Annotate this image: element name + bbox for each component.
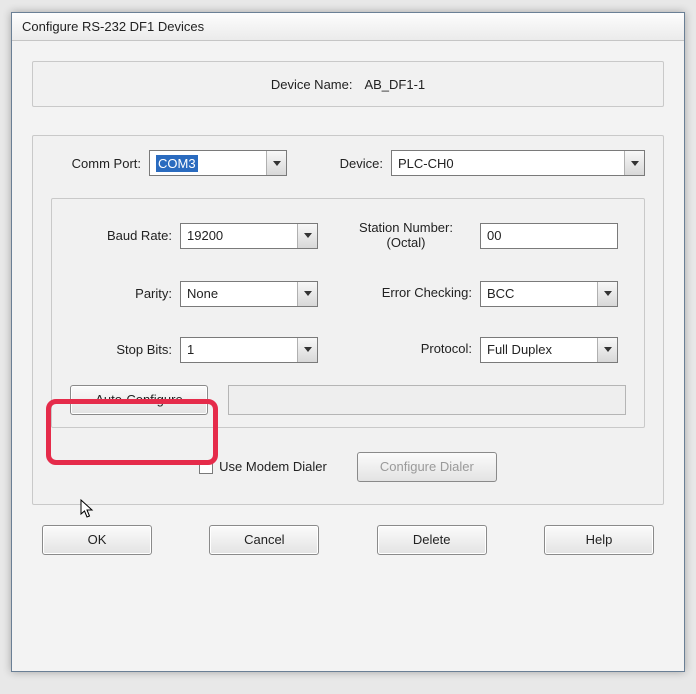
device-value: PLC-CH0 <box>398 156 454 171</box>
chevron-down-icon <box>297 224 317 248</box>
baud-rate-value: 19200 <box>187 228 223 243</box>
comm-settings-group: Baud Rate: 19200 Station Number: (Octal)… <box>51 198 645 428</box>
cancel-button[interactable]: Cancel <box>209 525 319 555</box>
chevron-down-icon <box>297 282 317 306</box>
chevron-down-icon <box>266 151 286 175</box>
use-modem-dialer-label: Use Modem Dialer <box>219 459 327 474</box>
error-checking-value: BCC <box>487 286 514 301</box>
baud-rate-dropdown[interactable]: 19200 <box>180 223 318 249</box>
error-checking-label: Error Checking: <box>340 286 480 301</box>
device-name-label: Device Name: <box>271 77 353 92</box>
parity-value: None <box>187 286 218 301</box>
client-area: Device Name: AB_DF1-1 Comm Port: COM3 De… <box>12 41 684 565</box>
dialog-buttons: OK Cancel Delete Help <box>32 525 664 555</box>
protocol-dropdown[interactable]: Full Duplex <box>480 337 618 363</box>
comm-port-value: COM3 <box>156 155 198 172</box>
configure-dialer-button: Configure Dialer <box>357 452 497 482</box>
device-label: Device: <box>321 156 391 171</box>
device-dropdown[interactable]: PLC-CH0 <box>391 150 645 176</box>
comm-port-dropdown[interactable]: COM3 <box>149 150 287 176</box>
auto-configure-status <box>228 385 626 415</box>
station-number-input[interactable]: 00 <box>480 223 618 249</box>
protocol-label: Protocol: <box>340 342 480 357</box>
main-group: Comm Port: COM3 Device: PLC-CH0 <box>32 135 664 505</box>
help-button[interactable]: Help <box>544 525 654 555</box>
dialog-window: Configure RS-232 DF1 Devices Device Name… <box>11 12 685 672</box>
chevron-down-icon <box>624 151 644 175</box>
station-number-label: Station Number: (Octal) <box>340 221 480 251</box>
protocol-value: Full Duplex <box>487 342 552 357</box>
stop-bits-label: Stop Bits: <box>70 342 180 357</box>
ok-button[interactable]: OK <box>42 525 152 555</box>
baud-rate-label: Baud Rate: <box>70 228 180 243</box>
stop-bits-dropdown[interactable]: 1 <box>180 337 318 363</box>
chevron-down-icon <box>597 282 617 306</box>
auto-configure-button[interactable]: Auto-Configure <box>70 385 208 415</box>
parity-label: Parity: <box>70 286 180 301</box>
window-title: Configure RS-232 DF1 Devices <box>22 19 204 34</box>
delete-button[interactable]: Delete <box>377 525 487 555</box>
device-name-group: Device Name: AB_DF1-1 <box>32 61 664 107</box>
chevron-down-icon <box>597 338 617 362</box>
chevron-down-icon <box>297 338 317 362</box>
station-number-value: 00 <box>487 228 501 243</box>
comm-port-label: Comm Port: <box>51 156 149 171</box>
titlebar[interactable]: Configure RS-232 DF1 Devices <box>12 13 684 41</box>
checkbox-box <box>199 460 213 474</box>
use-modem-dialer-checkbox[interactable]: Use Modem Dialer <box>199 459 327 474</box>
device-name-value: AB_DF1-1 <box>364 77 425 92</box>
stop-bits-value: 1 <box>187 342 194 357</box>
error-checking-dropdown[interactable]: BCC <box>480 281 618 307</box>
parity-dropdown[interactable]: None <box>180 281 318 307</box>
